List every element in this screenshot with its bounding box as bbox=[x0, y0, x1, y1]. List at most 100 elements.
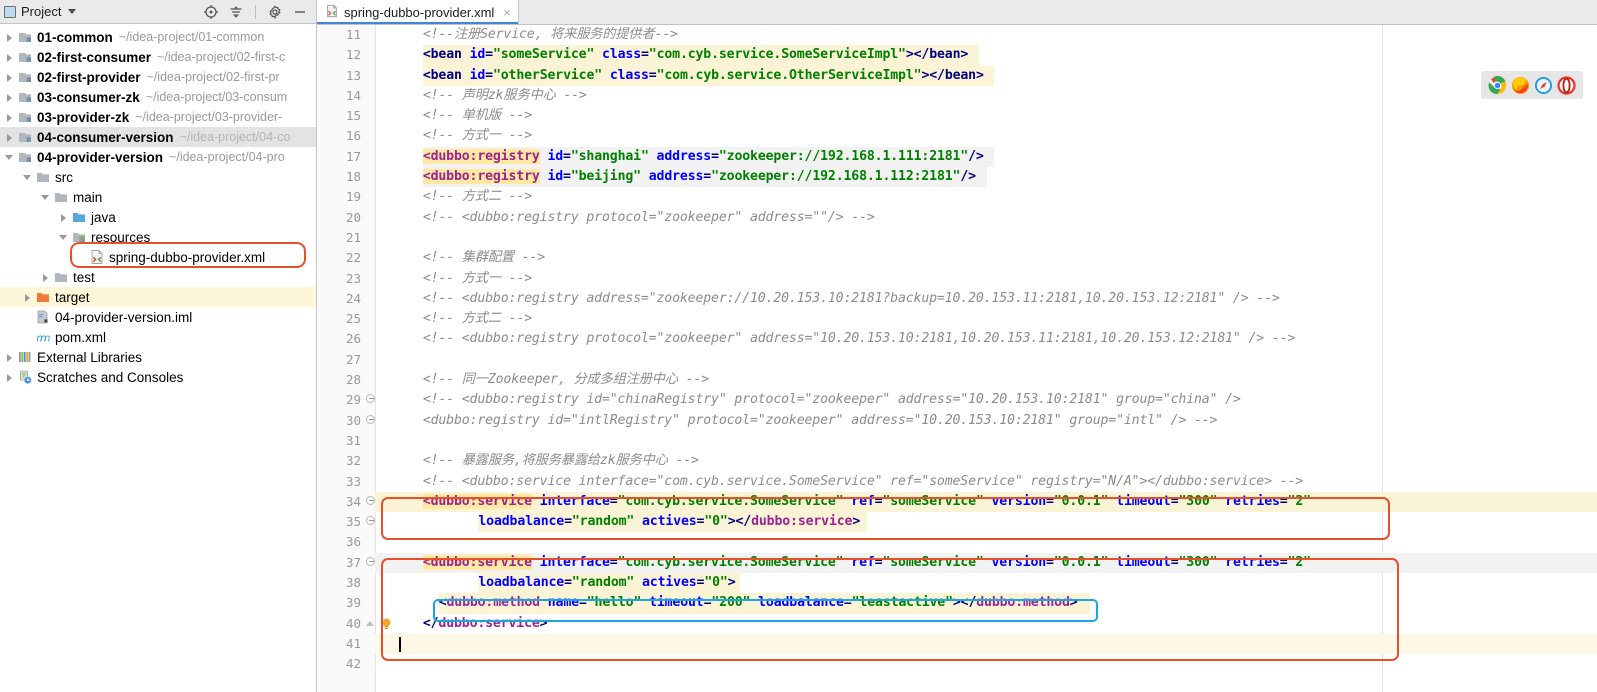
code-text[interactable]: <!-- 同一Zookeeper, 分成多组注册中心 --> bbox=[423, 370, 709, 390]
code-text[interactable]: loadbalance="random" actives="0"> bbox=[478, 573, 735, 593]
code-text[interactable]: <!-- 方式一 --> bbox=[423, 269, 532, 289]
code-text[interactable]: <dubbo:method name="hello" timeout="200"… bbox=[439, 593, 1078, 613]
code-lines[interactable]: 11 <!--注册Service, 将来服务的提供者--> 12 <bean id="… bbox=[317, 25, 1597, 675]
locate-icon[interactable] bbox=[203, 4, 219, 20]
chevron-right-icon[interactable] bbox=[4, 92, 15, 103]
code-text[interactable]: <dubbo:service interface="com.cyb.servic… bbox=[422, 553, 1311, 573]
code-line[interactable]: 19 <!-- 方式二 --> bbox=[317, 187, 1597, 207]
code-text[interactable]: <!-- <dubbo:registry protocol="zookeeper… bbox=[423, 329, 1296, 349]
tree-item-03-consumer-zk[interactable]: 03-consumer-zk ~/idea-project/03-consum bbox=[0, 87, 316, 107]
code-line[interactable]: 14 <!-- 声明zk服务中心 --> bbox=[317, 86, 1597, 106]
code-line[interactable]: 11 <!--注册Service, 将来服务的提供者--> bbox=[317, 25, 1597, 45]
code-text[interactable]: <bean id="someService" class="com.cyb.se… bbox=[423, 45, 969, 65]
tree-item-spring-dubbo-provider-xml[interactable]: spring-dubbo-provider.xml bbox=[0, 247, 316, 267]
code-line[interactable]: 16 <!-- 方式一 --> bbox=[317, 126, 1597, 146]
code-line[interactable]: 42 bbox=[317, 654, 1597, 674]
browser-launch-bar[interactable] bbox=[1481, 71, 1583, 99]
code-line[interactable]: 38 loadbalance="random" actives="0"> bbox=[317, 573, 1597, 594]
tree-item-pom-xml[interactable]: m m pom.xml bbox=[0, 327, 316, 347]
code-line[interactable]: 23 <!-- 方式一 --> bbox=[317, 269, 1597, 289]
code-text[interactable]: <dubbo:service interface="com.cyb.servic… bbox=[422, 492, 1311, 512]
code-text[interactable]: <!-- 声明zk服务中心 --> bbox=[423, 86, 587, 106]
code-text[interactable]: <!-- 集群配置 --> bbox=[423, 248, 545, 268]
fold-marker-icon[interactable] bbox=[366, 516, 377, 527]
tree-item-target[interactable]: target bbox=[0, 287, 316, 307]
code-line[interactable]: 41 bbox=[317, 633, 1597, 655]
code-text[interactable]: <!-- <dubbo:registry protocol="zookeeper… bbox=[423, 208, 875, 228]
code-text[interactable]: <!-- <dubbo:service interface="com.cyb.s… bbox=[423, 472, 1303, 492]
gear-icon[interactable] bbox=[267, 4, 283, 20]
code-text[interactable]: <!-- 方式二 --> bbox=[423, 309, 532, 329]
tab-spring-dubbo-provider-xml[interactable]: spring-dubbo-provider.xml × bbox=[317, 0, 519, 24]
code-text[interactable]: <dubbo:registry id="intlRegistry" protoc… bbox=[423, 411, 1218, 431]
collapse-all-icon[interactable] bbox=[228, 4, 244, 20]
code-line[interactable]: 32 <!-- 暴露服务,将服务暴露给zk服务中心 --> bbox=[317, 451, 1597, 471]
code-text[interactable]: <bean id="otherService" class="com.cyb.s… bbox=[423, 66, 984, 86]
chevron-down-icon[interactable] bbox=[22, 172, 33, 183]
tree-item-02-first-provider[interactable]: 02-first-provider ~/idea-project/02-first… bbox=[0, 67, 316, 87]
tree-item-src[interactable]: src bbox=[0, 167, 316, 187]
code-text[interactable]: loadbalance="random" actives="0"></dubbo… bbox=[478, 512, 860, 532]
code-text[interactable]: <!-- 方式一 --> bbox=[423, 126, 532, 146]
code-line[interactable]: 12 <bean id="someService" class="com.cyb.… bbox=[317, 45, 1597, 66]
code-line[interactable]: 27 bbox=[317, 350, 1597, 370]
tree-item-01-common[interactable]: 01-common ~/idea-project/01-common bbox=[0, 27, 316, 47]
chevron-right-icon[interactable] bbox=[4, 132, 15, 143]
project-tree[interactable]: 01-common ~/idea-project/01-common 02-firs… bbox=[0, 24, 316, 387]
tree-item-external-libraries[interactable]: External Libraries bbox=[0, 347, 316, 367]
project-panel-title-group[interactable]: Project bbox=[4, 4, 77, 19]
code-line[interactable]: 33 <!-- <dubbo:service interface="com.cyb… bbox=[317, 472, 1597, 492]
close-icon[interactable]: × bbox=[503, 6, 511, 19]
intention-bulb-icon[interactable] bbox=[381, 618, 392, 630]
code-line[interactable]: 22 <!-- 集群配置 --> bbox=[317, 248, 1597, 268]
code-line[interactable]: 35 loadbalance="random" actives="0"></dub… bbox=[317, 512, 1597, 533]
fold-collapse-icon[interactable] bbox=[366, 618, 377, 629]
chevron-down-icon[interactable] bbox=[58, 232, 69, 243]
code-line[interactable]: 20 <!-- <dubbo:registry protocol="zookeep… bbox=[317, 208, 1597, 228]
tree-item-02-first-consumer[interactable]: 02-first-consumer ~/idea-project/02-first… bbox=[0, 47, 316, 67]
chevron-right-icon[interactable] bbox=[4, 32, 15, 43]
code-line[interactable]: 25 <!-- 方式二 --> bbox=[317, 309, 1597, 329]
code-text[interactable]: <!-- 单机版 --> bbox=[423, 106, 532, 126]
editor-vertical-scrollbar[interactable] bbox=[1584, 25, 1597, 692]
safari-icon[interactable] bbox=[1534, 76, 1553, 95]
tree-item-04-provider-version-iml[interactable]: 04-provider-version.iml bbox=[0, 307, 316, 327]
chevron-right-icon[interactable] bbox=[58, 212, 69, 223]
minimize-icon[interactable] bbox=[292, 4, 308, 20]
code-text[interactable]: <!-- <dubbo:registry address="zookeeper:… bbox=[423, 289, 1280, 309]
chevron-right-icon[interactable] bbox=[40, 272, 51, 283]
chevron-down-icon[interactable] bbox=[4, 152, 15, 163]
tree-item-04-consumer-version[interactable]: 04-consumer-version ~/idea-project/04-co bbox=[0, 127, 316, 147]
code-text[interactable]: <!-- <dubbo:registry id="chinaRegistry" … bbox=[423, 390, 1241, 410]
chevron-down-icon[interactable] bbox=[68, 9, 77, 14]
code-line[interactable]: 24 <!-- <dubbo:registry address="zookeepe… bbox=[317, 289, 1597, 309]
code-text[interactable]: <dubbo:registry id="shanghai" address="z… bbox=[422, 147, 984, 167]
code-line[interactable]: 37 <dubbo:service interface="com.cyb.serv… bbox=[317, 552, 1597, 574]
code-line[interactable]: 34 <dubbo:service interface="com.cyb.serv… bbox=[317, 491, 1597, 513]
tree-item-java[interactable]: java bbox=[0, 207, 316, 227]
code-text[interactable]: <!-- 暴露服务,将服务暴露给zk服务中心 --> bbox=[423, 451, 699, 471]
chevron-right-icon[interactable] bbox=[4, 52, 15, 63]
fold-marker-icon[interactable] bbox=[366, 414, 377, 426]
code-line[interactable]: 30 <dubbo:registry id="intlRegistry" prot… bbox=[317, 411, 1597, 431]
code-line[interactable]: 21 bbox=[317, 228, 1597, 248]
code-line[interactable]: 13 <bean id="otherService" class="com.cyb… bbox=[317, 65, 1597, 86]
chevron-down-icon[interactable] bbox=[40, 192, 51, 203]
fold-marker-icon[interactable] bbox=[366, 394, 377, 405]
code-line[interactable]: 15 <!-- 单机版 --> bbox=[317, 106, 1597, 126]
chevron-right-icon[interactable] bbox=[4, 112, 15, 123]
chevron-right-icon[interactable] bbox=[22, 292, 33, 303]
tree-item-main[interactable]: main bbox=[0, 187, 316, 207]
code-text[interactable]: <!--注册Service, 将来服务的提供者--> bbox=[423, 25, 678, 45]
fold-marker-icon[interactable] bbox=[366, 495, 377, 507]
code-line[interactable]: 39 <dubbo:method name="hello" timeout="20… bbox=[317, 593, 1597, 614]
code-text[interactable]: </dubbo:service> bbox=[423, 614, 548, 634]
code-line[interactable]: 29 <!-- <dubbo:registry id="chinaRegistry… bbox=[317, 390, 1597, 410]
code-line[interactable]: 17 <dubbo:registry id="shanghai" address=… bbox=[317, 146, 1597, 168]
tree-item-03-provider-zk[interactable]: 03-provider-zk ~/idea-project/03-provider… bbox=[0, 107, 316, 127]
code-line[interactable]: 31 bbox=[317, 431, 1597, 451]
code-text[interactable]: <!-- 方式二 --> bbox=[423, 187, 532, 207]
code-line[interactable]: 28 <!-- 同一Zookeeper, 分成多组注册中心 --> bbox=[317, 370, 1597, 390]
tree-item-test[interactable]: test bbox=[0, 267, 316, 287]
opera-icon[interactable] bbox=[1557, 75, 1576, 95]
